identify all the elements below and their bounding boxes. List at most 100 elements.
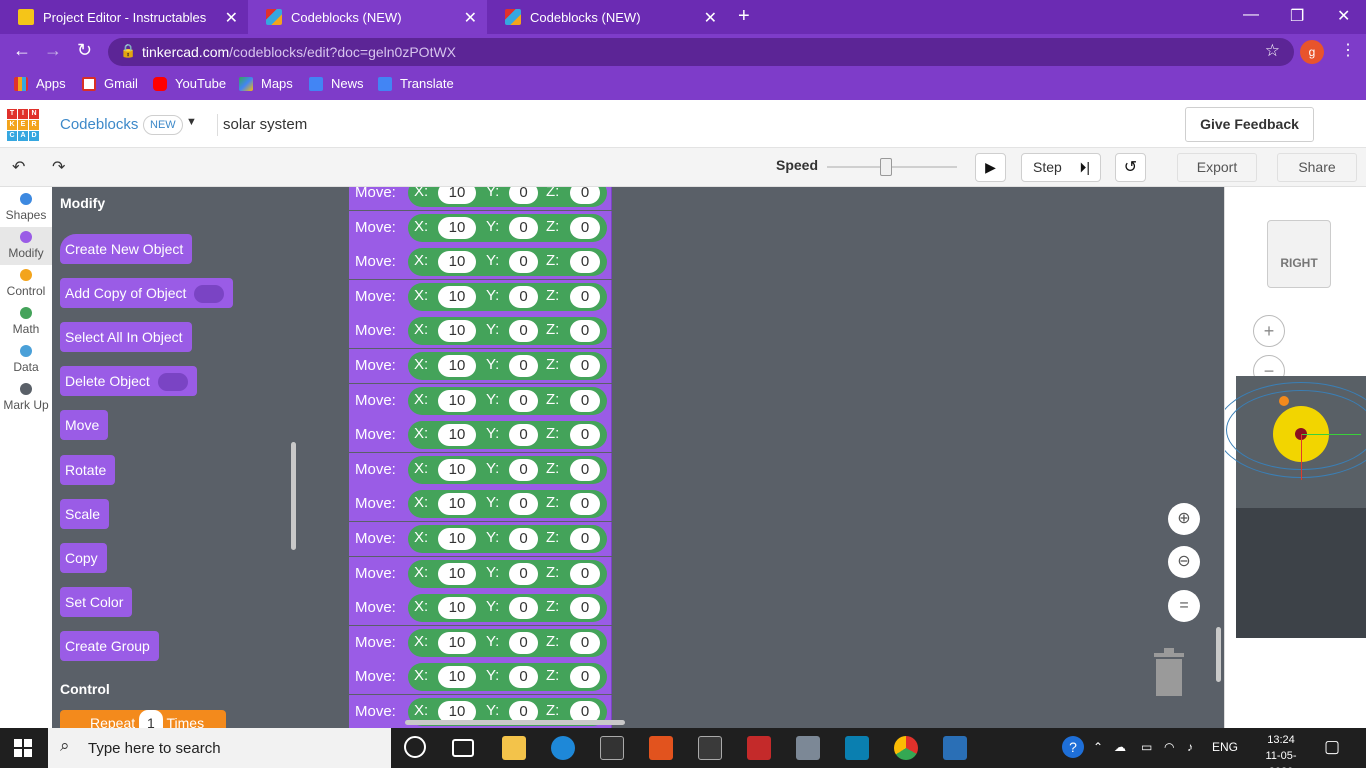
minimize-icon[interactable]: — <box>1243 6 1259 24</box>
move-block[interactable]: Move: X: 10 Y: 0 Z: 0 <box>349 522 612 556</box>
block-move[interactable]: Move <box>60 410 109 440</box>
z-value-input[interactable]: 0 <box>570 666 600 689</box>
y-value-input[interactable]: 0 <box>509 631 538 654</box>
bookmark-news[interactable]: News <box>309 76 364 91</box>
forward-icon[interactable]: → <box>44 40 62 61</box>
chrome-icon[interactable] <box>894 736 918 760</box>
x-value-input[interactable]: 10 <box>438 251 476 274</box>
y-value-input[interactable]: 0 <box>509 216 538 239</box>
z-value-input[interactable]: 0 <box>570 251 600 274</box>
x-value-input[interactable]: 10 <box>438 493 476 516</box>
battery-icon[interactable]: ▭ <box>1141 740 1152 754</box>
wifi-icon[interactable]: ◠ <box>1164 740 1174 754</box>
play-button[interactable]: ▶ <box>975 153 1006 182</box>
z-value-input[interactable]: 0 <box>570 320 600 343</box>
x-value-input[interactable]: 10 <box>438 528 476 550</box>
z-value-input[interactable]: 0 <box>570 597 600 620</box>
x-value-input[interactable]: 10 <box>438 389 476 412</box>
redo-icon[interactable]: ↷ <box>52 157 65 177</box>
viewport-zoom-in-icon[interactable]: + <box>1253 315 1285 347</box>
app-icon[interactable] <box>747 736 771 760</box>
block-add-copy-of-object[interactable]: Add Copy of Object <box>60 278 234 308</box>
windows-start-icon[interactable] <box>14 739 32 757</box>
bookmark-youtube[interactable]: YouTube <box>153 76 226 91</box>
cortana-icon[interactable] <box>404 736 426 758</box>
x-value-input[interactable]: 10 <box>438 562 476 585</box>
restore-icon[interactable]: ❐ <box>1290 6 1304 26</box>
z-value-input[interactable]: 0 <box>570 216 600 239</box>
move-block[interactable]: Move: X: 10 Y: 0 Z: 0 <box>349 625 612 660</box>
window-close-icon[interactable]: ✕ <box>1337 6 1350 26</box>
help-icon[interactable]: ? <box>1062 736 1084 758</box>
bookmark-apps[interactable]: Apps <box>14 76 66 91</box>
reset-button[interactable]: ↺ <box>1115 153 1146 182</box>
move-block[interactable]: Move: X: 10 Y: 0 Z: 0 <box>349 349 612 383</box>
store-icon[interactable] <box>698 736 722 760</box>
view-cube[interactable]: RIGHT <box>1267 220 1331 288</box>
share-button[interactable]: Share <box>1277 153 1357 182</box>
category-control[interactable]: Control <box>0 265 52 303</box>
workspace-zoom-out-icon[interactable]: ⊖ <box>1168 546 1200 578</box>
x-value-input[interactable]: 10 <box>438 631 476 654</box>
move-block[interactable]: Move: X: 10 Y: 0 Z: 0 <box>349 487 612 522</box>
workspace-zoom-reset-icon[interactable]: = <box>1168 590 1200 622</box>
photos-icon[interactable] <box>943 736 967 760</box>
move-block[interactable]: Move: X: 10 Y: 0 Z: 0 <box>349 187 612 210</box>
z-value-input[interactable]: 0 <box>570 355 600 377</box>
y-value-input[interactable]: 0 <box>509 251 538 274</box>
block-repeat[interactable]: Repeat 1 Times <box>60 710 226 728</box>
y-value-input[interactable]: 0 <box>509 187 538 204</box>
block-copy[interactable]: Copy <box>60 543 107 573</box>
x-value-input[interactable]: 10 <box>438 458 476 481</box>
z-value-input[interactable]: 0 <box>570 458 600 481</box>
block-rotate[interactable]: Rotate <box>60 455 116 485</box>
bookmark-translate[interactable]: Translate <box>378 76 454 91</box>
z-value-input[interactable]: 0 <box>570 424 600 447</box>
category-modify[interactable]: Modify <box>0 227 52 265</box>
x-value-input[interactable]: 10 <box>438 424 476 447</box>
move-block[interactable]: Move: X: 10 Y: 0 Z: 0 <box>349 210 612 245</box>
task-view-icon[interactable] <box>452 739 474 757</box>
move-block[interactable]: Move: X: 10 Y: 0 Z: 0 <box>349 279 612 314</box>
block-create-group[interactable]: Create Group <box>60 631 159 661</box>
app-name[interactable]: Codeblocks <box>60 116 138 133</box>
workspace-vertical-scrollbar[interactable] <box>1216 627 1221 682</box>
z-value-input[interactable]: 0 <box>570 562 600 585</box>
code-workspace[interactable]: Move: X: 10 Y: 0 Z: 0 Move: X: 10 Y: 0 Z: 0 Move: X: 10 Y… <box>302 187 1224 728</box>
block-delete-object[interactable]: Delete Object <box>60 366 197 396</box>
give-feedback-button[interactable]: Give Feedback <box>1185 107 1314 142</box>
notifications-icon[interactable]: ▢ <box>1324 737 1340 757</box>
bookmark-gmail[interactable]: Gmail <box>82 76 138 91</box>
z-value-input[interactable]: 0 <box>570 493 600 516</box>
move-block[interactable]: Move: X: 10 Y: 0 Z: 0 <box>349 452 612 487</box>
y-value-input[interactable]: 0 <box>509 666 538 689</box>
close-tab-icon[interactable]: ✕ <box>225 8 238 28</box>
close-tab-icon[interactable]: ✕ <box>464 8 477 28</box>
z-value-input[interactable]: 0 <box>570 631 600 654</box>
speed-slider-thumb[interactable] <box>879 158 892 176</box>
profile-avatar[interactable]: g <box>1300 40 1324 64</box>
bookmark-star-icon[interactable]: ☆ <box>1265 41 1280 61</box>
browser-menu-icon[interactable]: ⋮ <box>1340 40 1356 60</box>
volume-icon[interactable]: ♪ <box>1187 740 1193 754</box>
chevron-down-icon[interactable]: ▼ <box>186 116 197 128</box>
undo-icon[interactable]: ↶ <box>12 157 25 177</box>
tinkercad-logo[interactable]: T I N K E R C A D <box>7 109 39 141</box>
export-button[interactable]: Export <box>1177 153 1257 182</box>
language-indicator[interactable]: ENG <box>1212 740 1238 754</box>
x-value-input[interactable]: 10 <box>438 216 476 239</box>
y-value-input[interactable]: 0 <box>509 389 538 412</box>
speed-slider-track[interactable] <box>827 166 957 168</box>
x-value-input[interactable]: 10 <box>438 320 476 343</box>
trash-icon[interactable] <box>1152 645 1186 697</box>
z-value-input[interactable]: 0 <box>570 389 600 412</box>
app-icon[interactable] <box>600 736 624 760</box>
z-value-input[interactable]: 0 <box>570 285 600 308</box>
y-value-input[interactable]: 0 <box>509 562 538 585</box>
bookmark-maps[interactable]: Maps <box>239 76 293 91</box>
y-value-input[interactable]: 0 <box>509 458 538 481</box>
category-markup[interactable]: Mark Up <box>0 379 52 417</box>
block-select-all-in-object[interactable]: Select All In Object <box>60 322 192 352</box>
move-block[interactable]: Move: X: 10 Y: 0 Z: 0 <box>349 314 612 349</box>
tab-codeblocks-active[interactable]: Codeblocks (NEW) ✕ <box>248 0 487 34</box>
